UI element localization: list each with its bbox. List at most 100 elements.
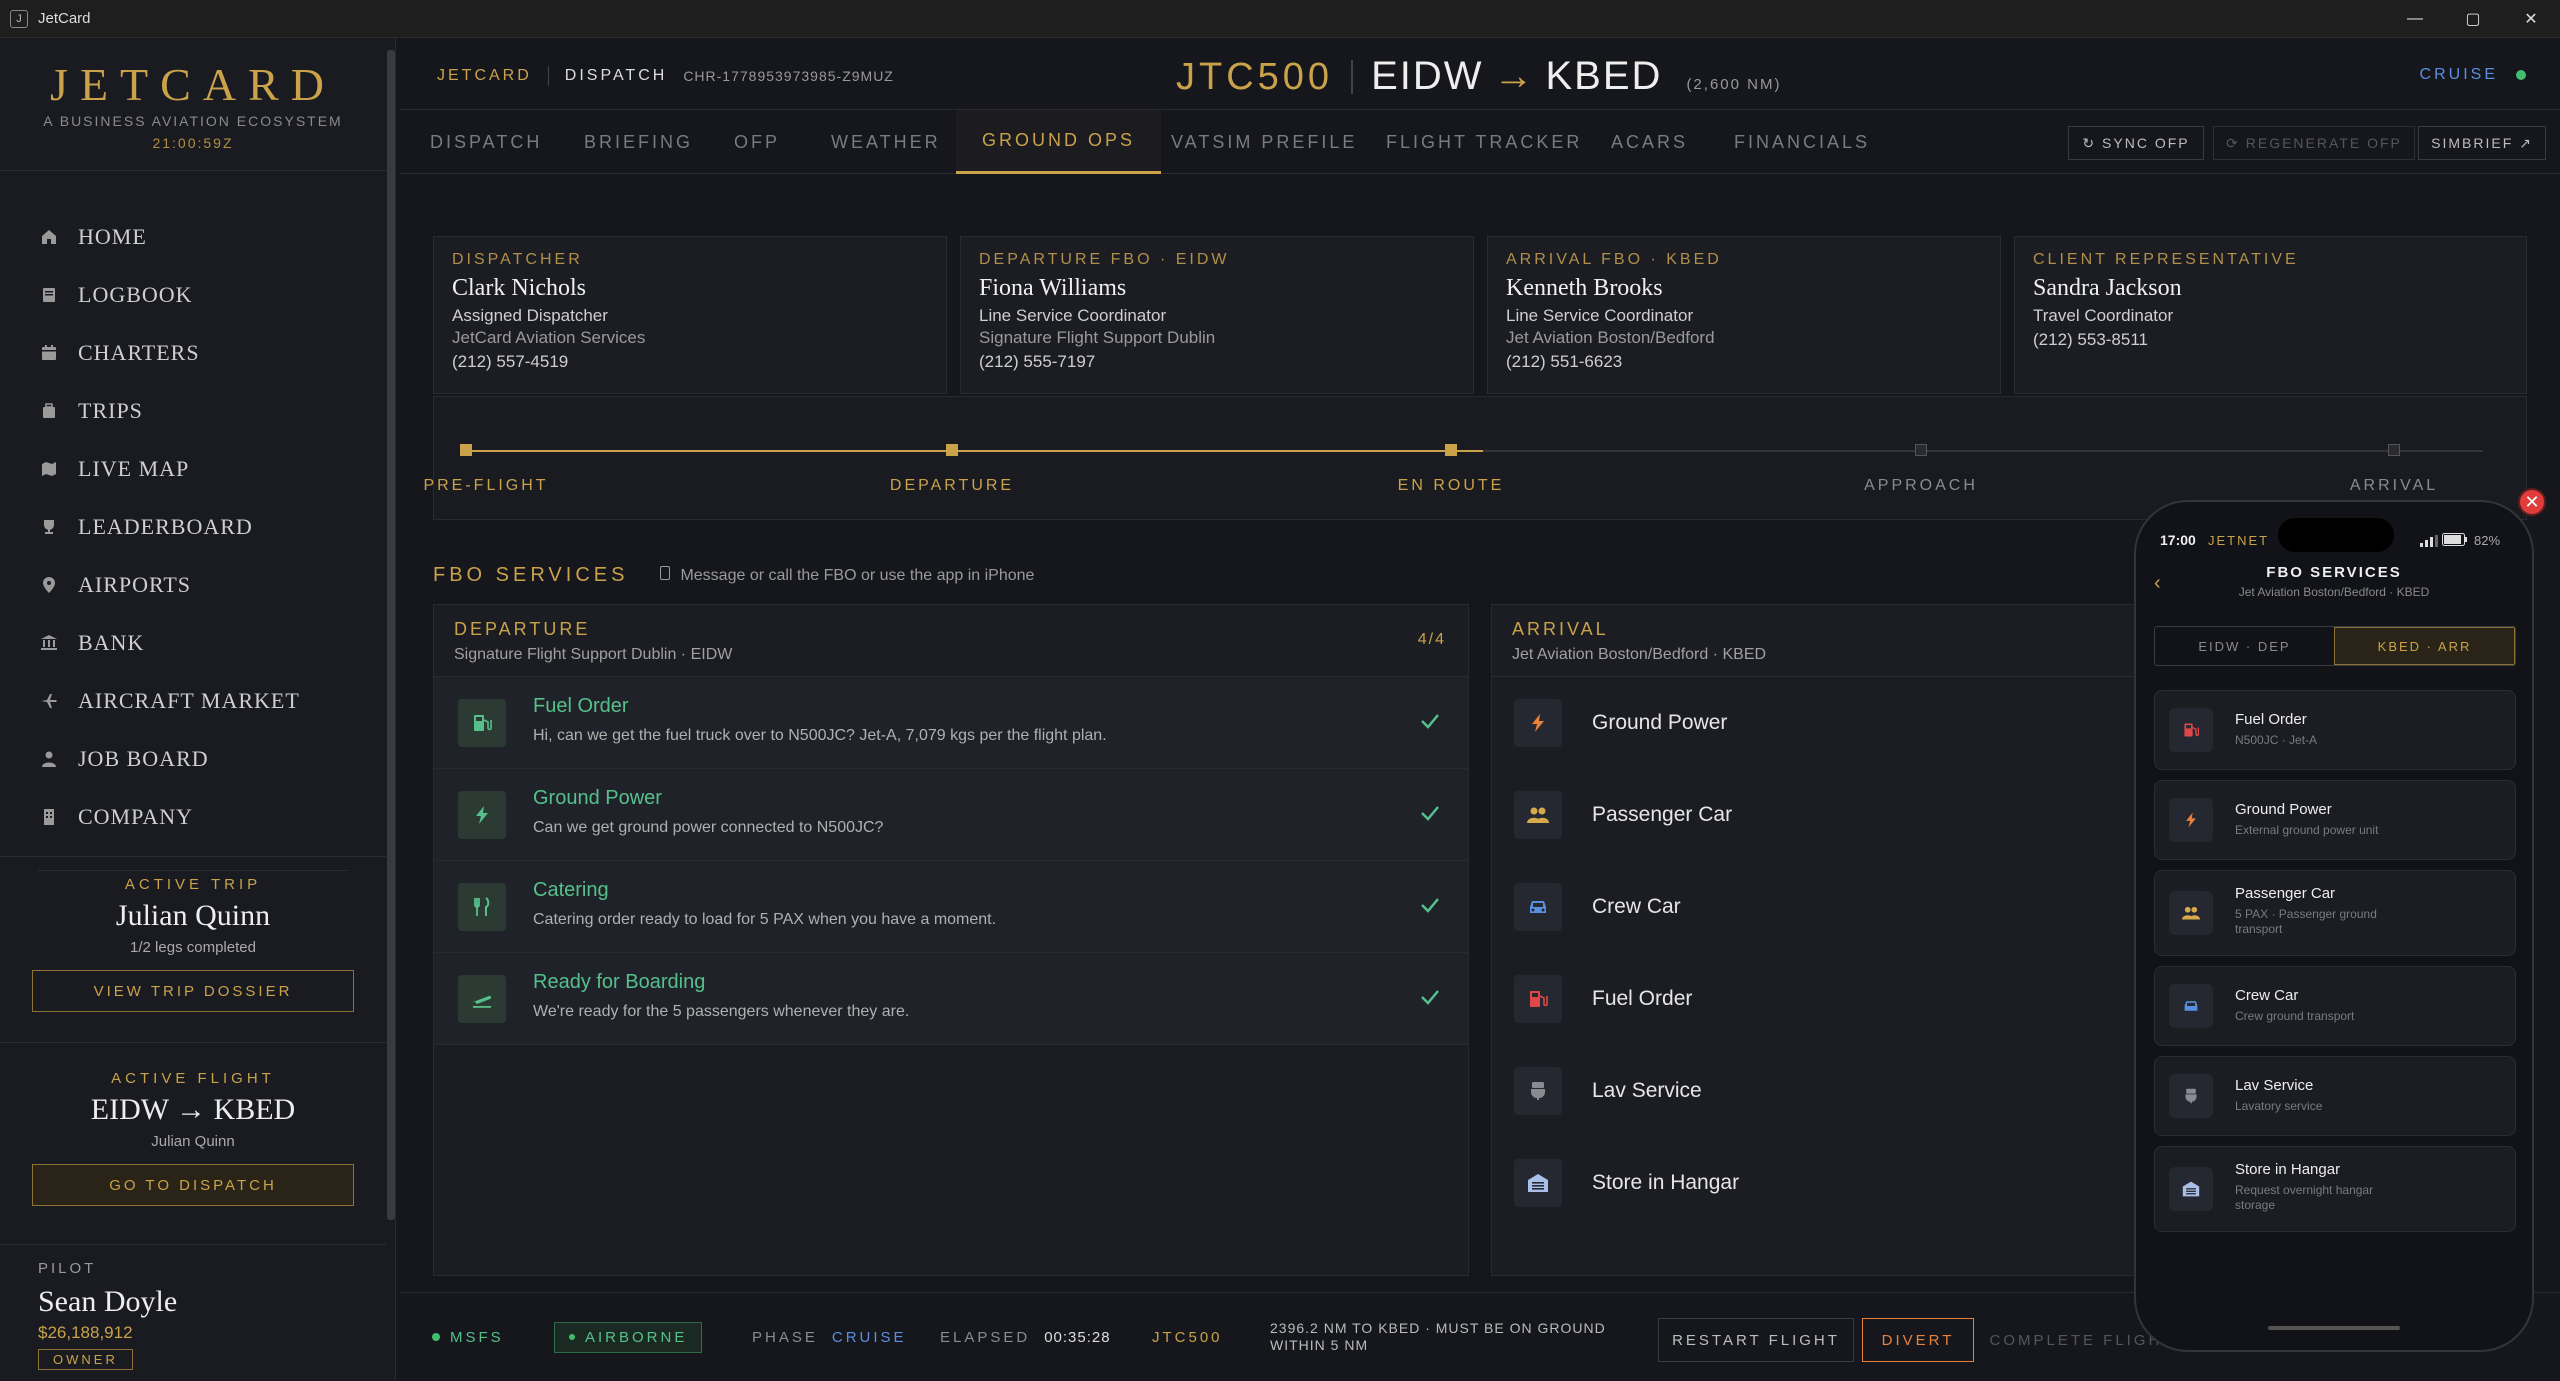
sidebar-item-aircraft-market[interactable]: AIRCRAFT MARKET [38, 672, 300, 730]
sidebar-item-live-map[interactable]: LIVE MAP [38, 440, 300, 498]
home-indicator[interactable] [2268, 1326, 2400, 1330]
regenerate-ofp-button[interactable]: ⟳ REGENERATE OFP [2213, 126, 2415, 160]
charter-id: CHR-1778953973985-Z9MUZ [683, 68, 894, 84]
luggage-icon [38, 400, 60, 422]
sidebar-item-job-board[interactable]: JOB BOARD [38, 730, 300, 788]
car-icon [2169, 984, 2213, 1028]
airborne-badge: AIRBORNE [554, 1293, 703, 1381]
logo[interactable]: JETCARD A BUSINESS AVIATION ECOSYSTEM 21… [0, 58, 386, 151]
toilet-icon [2169, 1074, 2213, 1118]
sidebar-item-trips[interactable]: TRIPS [38, 382, 300, 440]
column-subtitle: Signature Flight Support Dublin · EIDW [454, 646, 733, 663]
phone-service-desc: N500JC · Jet-A [2235, 733, 2318, 747]
sidebar: JETCARD A BUSINESS AVIATION ECOSYSTEM 21… [0, 38, 396, 1380]
service-row[interactable]: Ready for Boarding We're ready for the 5… [434, 953, 1468, 1045]
phase-value: CRUISE [831, 1328, 907, 1346]
segment-arrival[interactable]: KBED · ARR [2334, 627, 2515, 665]
divert-button[interactable]: DIVERT [1862, 1318, 1974, 1362]
contact-phone[interactable]: (212) 557-4519 [452, 352, 928, 372]
contact-org: Jet Aviation Boston/Bedford [1506, 328, 1715, 347]
tab-vatsim-prefile[interactable]: VATSIM PREFILE [1171, 110, 1357, 174]
sidebar-scrollbar[interactable] [387, 50, 395, 1220]
stage-label: EN ROUTE [1397, 477, 1505, 494]
contact-card-client-rep: CLIENT REPRESENTATIVE Sandra Jackson Tra… [2014, 236, 2527, 394]
fuel-icon [2169, 708, 2213, 752]
destination: KBED [1545, 54, 1663, 98]
app-icon: J [10, 9, 28, 28]
departure-icon [458, 975, 506, 1023]
maximize-icon[interactable]: ▢ [2444, 0, 2502, 38]
phone-title: FBO SERVICES [2266, 564, 2402, 581]
phone-service-item[interactable]: Passenger Car 5 PAX · Passenger ground t… [2154, 870, 2516, 956]
sidebar-item-logbook[interactable]: LOGBOOK [38, 266, 300, 324]
tab-weather[interactable]: WEATHER [831, 110, 941, 174]
minimize-icon[interactable]: — [2386, 0, 2444, 38]
phone-service-item[interactable]: Store in Hangar Request overnight hangar… [2154, 1146, 2516, 1232]
phone-subtitle: Jet Aviation Boston/Bedford · KBED [2238, 585, 2430, 599]
view-trip-dossier-button[interactable]: VIEW TRIP DOSSIER [32, 970, 354, 1012]
sidebar-item-charters[interactable]: CHARTERS [38, 324, 300, 382]
check-icon [1418, 985, 1442, 1014]
sidebar-nav: HOME LOGBOOK CHARTERS TRIPS LIVE MAP LEA… [38, 208, 300, 846]
phone-service-desc: Lavatory service [2235, 1099, 2323, 1113]
tab-ofp[interactable]: OFP [734, 110, 780, 174]
phone-time: 17:00 [2160, 532, 2196, 548]
sidebar-item-company[interactable]: COMPANY [38, 788, 300, 846]
contact-name: Fiona Williams [979, 275, 1127, 301]
tab-financials[interactable]: FINANCIALS [1734, 110, 1870, 174]
sidebar-item-home[interactable]: HOME [38, 208, 300, 266]
tab-flight-tracker[interactable]: FLIGHT TRACKER [1386, 110, 1582, 174]
service-title: Store in Hangar [1592, 1171, 1740, 1194]
progress-marker [460, 444, 472, 456]
origin: EIDW [1371, 54, 1484, 98]
sidebar-item-leaderboard[interactable]: LEADERBOARD [38, 498, 300, 556]
completed-count: 4/4 [1417, 631, 1446, 648]
battery-icon [2442, 533, 2468, 549]
bank-icon [38, 632, 60, 654]
tab-dispatch[interactable]: DISPATCH [430, 110, 542, 174]
breadcrumb-root[interactable]: JETCARD [437, 67, 532, 85]
phone-service-item[interactable]: Fuel Order N500JC · Jet-A [2154, 690, 2516, 770]
phone-service-desc: Request overnight hangar storage [2235, 1183, 2374, 1212]
phone-service-item[interactable]: Ground Power External ground power unit [2154, 780, 2516, 860]
people-icon [1514, 791, 1562, 839]
sidebar-item-airports[interactable]: AIRPORTS [38, 556, 300, 614]
phase-status: PHASE CRUISE [752, 1293, 907, 1381]
sidebar-item-label: CHARTERS [78, 340, 200, 365]
contact-card-dispatcher: DISPATCHER Clark Nichols Assigned Dispat… [433, 236, 947, 394]
contact-phone[interactable]: (212) 555-7197 [979, 352, 1455, 372]
contact-phone[interactable]: (212) 553-8511 [2033, 330, 2508, 350]
segment-departure[interactable]: EIDW · DEP [2155, 627, 2334, 665]
go-to-dispatch-button[interactable]: GO TO DISPATCH [32, 1164, 354, 1206]
service-row[interactable]: Fuel Order Hi, can we get the fuel truck… [434, 677, 1468, 769]
remaining-distance: 2396.2 NM TO KBED · MUST BE ON GROUND WI… [1270, 1293, 1606, 1381]
contact-role: Travel Coordinator [2033, 306, 2174, 325]
tab-acars[interactable]: ACARS [1611, 110, 1688, 174]
pilot-balance: $26,188,912 [38, 1323, 133, 1342]
progress-marker [2388, 444, 2400, 456]
stage-label: ARRIVAL [2349, 477, 2439, 494]
tab-briefing[interactable]: BRIEFING [584, 110, 693, 174]
bolt-icon [2169, 798, 2213, 842]
active-flight-caption: ACTIVE FLIGHT [111, 1070, 275, 1087]
callsign: JTC500 [1176, 56, 1334, 98]
close-phone-icon[interactable]: ✕ [2518, 488, 2546, 516]
page-title: JTC500 EIDW → KBED (2,600 NM) [1176, 54, 1781, 99]
close-icon[interactable]: ✕ [2502, 0, 2560, 38]
service-row[interactable]: Catering Catering order ready to load fo… [434, 861, 1468, 953]
active-trip-caption: ACTIVE TRIP [124, 876, 262, 893]
simbrief-button[interactable]: SIMBRIEF ↗ [2418, 126, 2546, 160]
contact-phone[interactable]: (212) 551-6623 [1506, 352, 1982, 372]
book-icon [38, 284, 60, 306]
restart-flight-button[interactable]: RESTART FLIGHT [1658, 1318, 1854, 1362]
fbo-services-header: FBO SERVICES Message or call the FBO or … [433, 564, 1034, 587]
service-title: Crew Car [1592, 895, 1681, 918]
service-row[interactable]: Ground Power Can we get ground power con… [434, 769, 1468, 861]
tab-ground-ops[interactable]: GROUND OPS [956, 110, 1162, 174]
phone-service-item[interactable]: Lav Service Lavatory service [2154, 1056, 2516, 1136]
stage-label: APPROACH [1864, 477, 1978, 494]
sidebar-item-bank[interactable]: BANK [38, 614, 300, 672]
sync-ofp-button[interactable]: ↻ SYNC OFP [2068, 126, 2204, 160]
phone-service-item[interactable]: Crew Car Crew ground transport [2154, 966, 2516, 1046]
utensils-icon [458, 883, 506, 931]
